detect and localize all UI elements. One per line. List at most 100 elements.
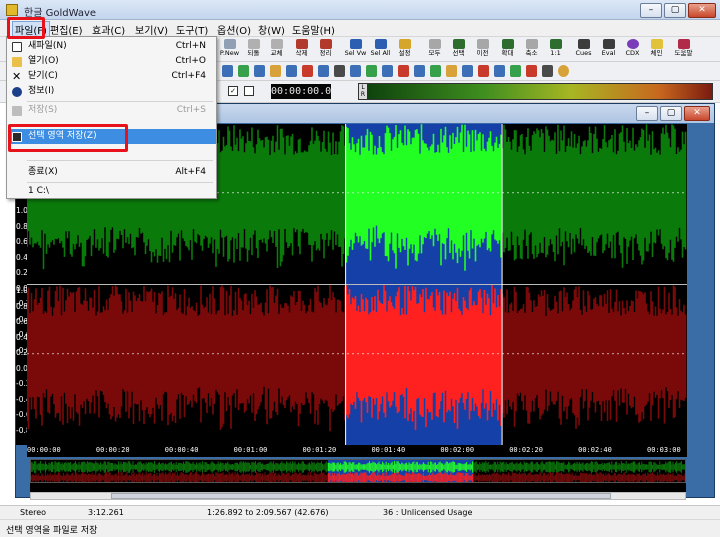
effect-icon[interactable] [494,65,505,77]
timeline-tick-label: 00:01:40 [371,446,406,454]
menu-item-shortcut: Ctrl+O [175,56,206,66]
menu-item-exit[interactable]: 종료(X) Alt+F4 [8,165,216,180]
timeline-tick-label: 00:02:20 [509,446,543,454]
save-icon [12,106,22,116]
effect-icon[interactable] [462,65,473,77]
toolbar-label: 설정 [398,49,411,57]
doc-minimize-button[interactable]: – [636,106,658,121]
cdx-button[interactable]: CDX [621,38,644,61]
effect-icon[interactable] [542,65,553,77]
timeline-tick-label: 00:00:40 [164,446,199,454]
cd-icon [626,39,639,49]
menu-item-label: 열기(O) [28,56,59,66]
zoom-all-icon [428,39,441,49]
effect-icon[interactable] [478,65,489,77]
toolbar-label: 확대 [501,49,514,57]
menu-view[interactable]: 보기(V) [133,22,170,37]
menu-item-label: 1 C:\ [28,186,49,196]
zoom-in-button[interactable]: 확대 [496,38,519,61]
timeline-tick-label: 00:01:20 [302,446,337,454]
effect-icon[interactable] [366,65,377,77]
overview-svg[interactable] [31,460,686,483]
doc-close-button[interactable]: ✕ [684,106,710,121]
menu-window[interactable]: 창(W) [256,22,287,37]
effect-icon[interactable] [286,65,297,77]
zoom-all-button[interactable]: 모두 [423,38,446,61]
undo-button[interactable]: 되돌 [242,38,265,61]
cues-icon [577,39,590,49]
chain-button[interactable]: 체인 [645,38,668,61]
menu-item-label: 선택 영역 저장(Z) [28,131,97,141]
menu-item-label: 새파일(N) [28,41,67,51]
menu-item-open[interactable]: 열기(O) Ctrl+O [8,54,216,69]
menu-edit[interactable]: 편집(E) [48,22,85,37]
menu-help[interactable]: 도움말(H) [290,22,337,37]
effect-icon[interactable] [238,65,249,77]
horizontal-scrollbar[interactable] [30,492,686,500]
effect-icon[interactable] [382,65,393,77]
set-button[interactable]: 설정 [393,38,416,61]
menu-item-info[interactable]: 정보(I) [8,84,216,99]
close-x-icon: ✕ [12,70,22,83]
new-file-button[interactable]: P.New [218,38,241,61]
toolbar-label: 도움말 [674,49,693,57]
effect-icon[interactable] [526,65,537,77]
delete-button[interactable]: 삭제 [290,38,313,61]
effect-icon[interactable] [414,65,425,77]
zoom-1-1-button[interactable]: 1:1 [544,38,567,61]
status-selection: 1:26.892 to 2:09.567 (42.676) [207,508,329,517]
trim-button[interactable]: 정리 [314,38,337,61]
doc-maximize-button[interactable]: ▢ [660,106,682,121]
menu-effects[interactable]: 효과(C) [90,22,127,37]
status-bar: Stereo 3:12.261 1:26.892 to 2:09.567 (42… [0,505,720,519]
effect-icon[interactable] [350,65,361,77]
effect-icon[interactable] [302,65,313,77]
effect-icon[interactable] [558,65,569,77]
timeline-tick-label: 00:02:00 [440,446,475,454]
cues-button[interactable]: Cues [572,38,595,61]
effect-icon[interactable] [222,65,233,77]
menu-separator [27,160,213,161]
menu-item-recent-1[interactable]: 1 C:\ [8,184,216,199]
effect-icon[interactable] [446,65,457,77]
menu-item-new[interactable]: 새파일(N) Ctrl+N [8,39,216,54]
close-button[interactable]: ✕ [688,3,716,18]
menu-tools[interactable]: 도구(T) [174,22,210,37]
help-button[interactable]: 도움말 [672,38,695,61]
effect-icon[interactable] [510,65,521,77]
effect-icon[interactable] [398,65,409,77]
replace-button[interactable]: 교체 [265,38,288,61]
zoom-select-button[interactable]: 선택 [447,38,470,61]
select-view-icon [349,39,362,49]
effect-icon[interactable] [318,65,329,77]
zoom-previous-button[interactable]: 이전 [471,38,494,61]
maximize-button[interactable]: ▢ [664,3,686,18]
delete-icon [295,39,308,49]
scroll-thumb[interactable] [111,493,611,499]
loop-checkbox[interactable]: ✓ [228,86,238,96]
menu-item-close[interactable]: ✕ 닫기(C) Ctrl+F4 [8,69,216,84]
overview-waveform[interactable] [30,459,686,483]
zoom-out-button[interactable]: 축소 [520,38,543,61]
effect-icon[interactable] [334,65,345,77]
select-all-icon [374,39,387,49]
stop-button[interactable] [244,86,254,96]
menu-item-shortcut: Ctrl+N [175,41,206,51]
goldwave-app-icon [6,4,18,16]
eval-button[interactable]: Eval [597,38,620,61]
menu-options[interactable]: 옵션(O) [215,22,253,37]
toolbar-label: 이전 [476,49,489,57]
select-view-button[interactable]: Sel Vw [344,38,367,61]
toolbar-label: Sel Vw [344,49,367,57]
effect-icon[interactable] [430,65,441,77]
select-all-button[interactable]: Sel All [369,38,392,61]
menu-item-label: 저장(S) [28,105,58,115]
effect-icon[interactable] [254,65,265,77]
toolbar-label: 모두 [428,49,441,57]
minimize-button[interactable]: – [640,3,662,18]
menu-item-save-selection[interactable]: 선택 영역 저장(Z) [8,129,216,144]
time-display: 00:00:00.0 [271,84,332,99]
save-selection-icon [12,132,22,142]
zoom-previous-icon [476,39,489,49]
effect-icon[interactable] [270,65,281,77]
